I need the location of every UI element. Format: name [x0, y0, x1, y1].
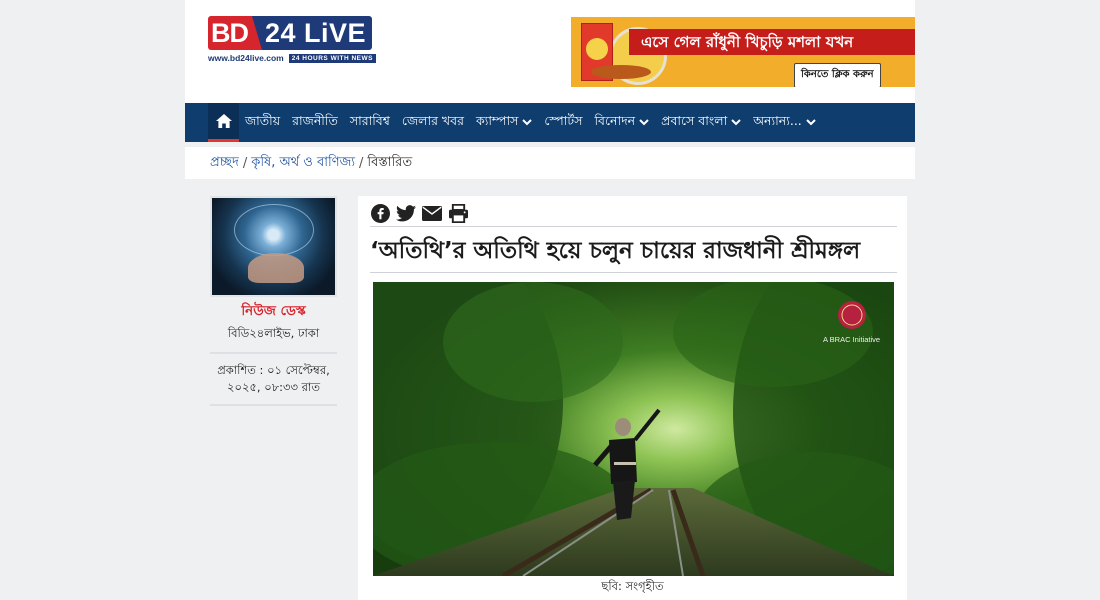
nav-item[interactable]: বিনোদন — [588, 103, 655, 142]
author-info: নিউজ ডেস্ক বিডি২৪লাইভ, ঢাকা প্রকাশিত : ০… — [210, 196, 337, 406]
nav-item[interactable]: প্রবাসে বাংলা — [655, 103, 747, 142]
author-avatar — [210, 196, 337, 297]
print-icon[interactable] — [448, 203, 468, 223]
author-location: বিডি২৪লাইভ, ঢাকা — [227, 326, 320, 340]
breadcrumb-separator: / — [358, 155, 364, 171]
chevron-down-icon — [522, 119, 533, 126]
publish-date: প্রকাশিত : ০১ সেপ্টেম্বর, ২০২৫, ০৮:৩৩ রা… — [217, 363, 330, 394]
home-icon — [215, 114, 232, 128]
photo-badge-text: A BRAC Initiative — [823, 335, 881, 344]
site-logo[interactable]: BD 24 LiVE www.bd24live.com 24 HOURS WIT… — [208, 16, 408, 66]
divider — [210, 404, 337, 406]
photo-caption: ছবি: সংগৃহীত — [601, 579, 664, 593]
divider — [370, 272, 897, 273]
main-navigation: জাতীয় রাজনীতি সারাবিশ্ব জেলার খবর ক্যাম্পাস… — [185, 103, 915, 142]
facebook-icon[interactable] — [370, 203, 390, 223]
breadcrumb: প্রচ্ছদ / কৃষি, অর্থ ও বাণিজ্য / বিস্তার… — [185, 147, 915, 179]
nav-item[interactable]: অন্যান্য... — [747, 103, 822, 142]
site-header: BD 24 LiVE www.bd24live.com 24 HOURS WIT… — [185, 0, 915, 103]
breadcrumb-category-link[interactable]: কৃষি, অর্থ ও বাণিজ্য — [251, 153, 355, 174]
nav-item[interactable]: রাজনীতি — [286, 103, 344, 142]
breadcrumb-current: বিস্তারিত — [367, 154, 413, 170]
ad-headline: এসে গেল রাঁধুনী খিচুড়ি মশলা যখন — [641, 33, 854, 51]
breadcrumb-separator: / — [242, 155, 248, 171]
twitter-icon[interactable] — [396, 203, 416, 223]
article-headline: ‘অতিথি’র অতিথি হয়ে চলুন চায়ের রাজধানী … — [370, 238, 861, 264]
email-icon[interactable] — [422, 203, 442, 223]
logo-url: www.bd24live.com — [208, 53, 284, 63]
article-photo: A BRAC Initiative — [373, 282, 894, 576]
ad-buy-button[interactable]: কিনতে ক্লিক করুন — [794, 63, 881, 87]
nav-item[interactable]: জেলার খবর — [396, 103, 470, 142]
author-name[interactable]: নিউজ ডেস্ক — [210, 300, 337, 323]
article: ‘অতিথি’র অতিথি হয়ে চলুন চায়ের রাজধানী … — [358, 196, 907, 600]
share-toolbar — [370, 203, 468, 223]
advertisement-banner[interactable]: এসে গেল রাঁধুনী খিচুড়ি মশলা যখন কিনতে ক… — [571, 17, 915, 87]
chevron-down-icon — [731, 119, 741, 126]
nav-item[interactable]: সারাবিশ্ব — [344, 103, 396, 142]
page: { "header": { "logo_bd": "BD", "logo_liv… — [0, 0, 1100, 600]
nav-item[interactable]: জাতীয় — [239, 103, 286, 142]
logo-bd-text: BD — [208, 16, 252, 50]
divider — [370, 226, 897, 227]
logo-live-text: 24 LiVE — [262, 16, 373, 50]
nav-home-button[interactable] — [208, 103, 239, 142]
logo-tagline: 24 HOURS WITH NEWS — [288, 53, 376, 63]
ad-fish-image — [591, 65, 651, 79]
chevron-down-icon — [639, 119, 649, 126]
chevron-down-icon — [806, 119, 816, 126]
nav-item[interactable]: স্পোর্টস — [538, 103, 588, 142]
breadcrumb-home-link[interactable]: প্রচ্ছদ — [210, 153, 239, 174]
divider — [210, 352, 337, 354]
nav-item[interactable]: ক্যাম্পাস — [470, 103, 538, 142]
